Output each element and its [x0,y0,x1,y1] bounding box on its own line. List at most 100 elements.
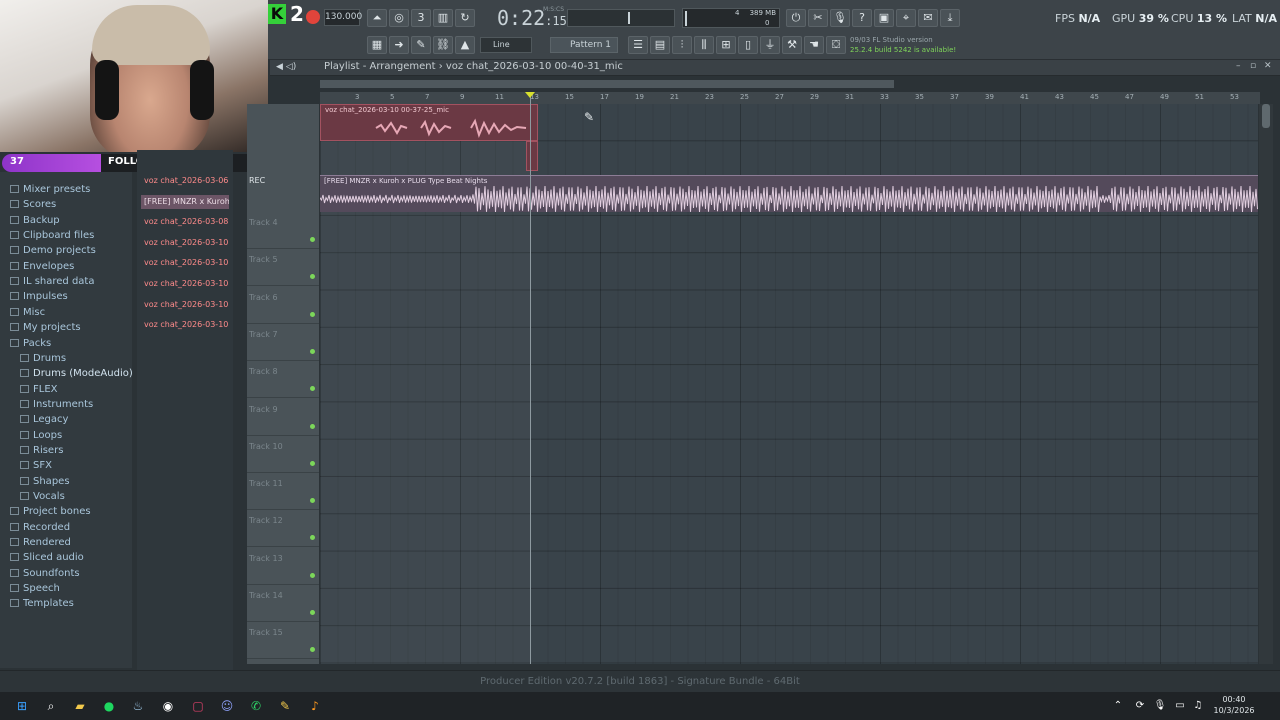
clip-list-item[interactable]: voz chat_2026-03-10 00... [141,236,229,250]
store-icon[interactable]: ⛋ [826,36,846,54]
tray-network-icon[interactable]: ▭ [1170,696,1190,716]
playhead[interactable] [530,92,531,664]
browser-item[interactable]: Mixer presets [10,184,90,195]
track-header[interactable]: Track 5 [247,249,319,287]
track-header[interactable]: Track 15 [247,622,319,660]
beat-audio-clip[interactable]: [FREE] MNZR x Kuroh x PLUG Type Beat Nig… [320,175,1258,213]
clip-list-item[interactable]: voz chat_2026-03-10 00... [141,298,229,312]
browser-item[interactable]: Instruments [20,399,93,410]
track-header[interactable]: Track 11 [247,473,319,511]
download-icon[interactable]: ⤓ [940,9,960,27]
track-enable-led[interactable] [310,572,315,578]
browser-item[interactable]: Loops [20,430,62,441]
track-header[interactable]: Track 13 [247,548,319,585]
power-icon[interactable]: ⏻ [786,9,806,27]
browser-item[interactable]: Scores [10,199,56,210]
track-enable-led[interactable] [310,274,315,280]
clip-list-item[interactable]: voz chat_2026-03-10 00... [141,277,229,291]
tray-sync-icon[interactable]: ⟳ [1130,696,1150,716]
fl-studio-icon[interactable]: ♪ [305,696,325,716]
browser-item[interactable]: Legacy [20,414,68,425]
track-enable-led[interactable] [310,610,315,615]
app-icon[interactable]: ▢ [188,696,208,716]
plugin-icon[interactable]: ⌖ [896,9,916,27]
browser-item[interactable]: Soundfonts [10,568,80,579]
track-header[interactable]: Track 8 [247,361,319,399]
browser-item[interactable]: Envelopes [10,261,74,272]
browser-item[interactable]: Packs [10,338,51,349]
routing-icon[interactable]: ⊞ [716,36,736,54]
browser-item[interactable]: Impulses [10,291,68,302]
browser-item[interactable]: Risers [20,445,63,456]
track-enable-led[interactable] [310,423,315,429]
track-header[interactable]: Track 14 [247,585,319,622]
mixer-icon[interactable]: ⫶ [672,36,692,54]
clip-list-item[interactable]: voz chat_2026-03-10 00... [141,256,229,270]
track-header[interactable]: Track 10 [247,436,319,473]
timeline-ruler[interactable]: 3 5 7 9 11 13 15 17 19 21 23 25 27 29 31 33 35 37 39 41 43 45… [320,92,1260,104]
update-hint[interactable]: 09/03 FL Studio version 25.2.4 build 524… [850,35,960,55]
pattern-select[interactable]: Pattern 1 [550,37,618,53]
clip-list-item[interactable]: voz chat_2026-03-08 18... [141,215,229,229]
help-icon[interactable]: ? [852,9,872,27]
metronome-icon[interactable]: ⏶ [367,9,387,27]
playlist-scroll-overview[interactable] [320,80,894,88]
track-header[interactable]: Track 7 [247,324,319,361]
plugin-picker-icon[interactable]: ⏚ [760,36,780,54]
browser-item[interactable]: Templates [10,598,74,609]
channel-rack-icon[interactable]: ▤ [650,36,670,54]
touch-icon[interactable]: ☚ [804,36,824,54]
track-enable-led[interactable] [310,237,315,242]
browser-item[interactable]: My projects [10,322,81,333]
windows-start-icon[interactable]: ⊞ [12,696,32,716]
tempo-display[interactable]: 130.000 [324,9,362,26]
browser-item[interactable]: Drums [20,353,66,364]
track-enable-led[interactable] [310,460,315,466]
track-enable-led[interactable] [310,535,315,541]
cut-icon[interactable]: ✂ [808,9,828,27]
browser-item[interactable]: Speech [10,583,60,594]
sliders-icon[interactable]: ⫼ [694,36,714,54]
loop-record-icon[interactable]: ↻ [455,9,475,27]
track-enable-led[interactable] [310,348,315,354]
track-header[interactable]: Track 9 [247,399,319,436]
minimize-icon[interactable]: – [1236,61,1241,71]
clip-list-item[interactable]: voz chat_2026-03-06 23... [141,174,229,188]
clip-list-item[interactable]: voz chat_2026-03-10 00... [141,318,229,332]
voice-clip-marker[interactable] [526,141,538,171]
taskbar-clock[interactable]: 00:40 10/3/2026 [1206,694,1262,716]
whatsapp-icon[interactable]: ✆ [246,696,266,716]
browser-item[interactable]: Clipboard files [10,230,94,241]
browser-item[interactable]: SFX [20,460,52,471]
browser-item[interactable]: Backup [10,215,60,226]
browser-item[interactable]: Misc [10,307,45,318]
pencil-icon[interactable]: ✎ [411,36,431,54]
vertical-scrollbar[interactable] [1259,104,1273,664]
piano-roll-icon[interactable]: ▦ [367,36,387,54]
snap-select[interactable]: Line [480,37,532,53]
track-header[interactable]: Track 4 [247,212,319,249]
spotify-icon[interactable]: ● [99,696,119,716]
tray-chevron-icon[interactable]: ⌃ [1108,696,1128,716]
track-enable-led[interactable] [310,311,315,317]
browser-item[interactable]: Project bones [10,506,91,517]
track-header[interactable]: Track 12 [247,510,319,548]
link-icon[interactable]: ⛓ [433,36,453,54]
file-explorer-icon[interactable]: ▰ [70,696,90,716]
browser-icon[interactable]: ▯ [738,36,758,54]
wait-for-input-icon[interactable]: ◎ [389,9,409,27]
playhead-marker-icon[interactable] [525,92,535,98]
voice-audio-clip[interactable]: voz chat_2026-03-10 00-37-25_mic [320,104,538,141]
discord-icon[interactable]: ☺ [217,696,237,716]
tray-volume-icon[interactable]: ♫ [1188,696,1208,716]
maximize-icon[interactable]: ▫ [1250,61,1256,71]
browser-item[interactable]: Vocals [20,491,65,502]
stamp-icon[interactable]: ▲ [455,36,475,54]
notes-icon[interactable]: ✎ [275,696,295,716]
track-enable-led[interactable] [310,647,315,653]
save-icon[interactable]: ▣ [874,9,894,27]
chat-icon[interactable]: ✉ [918,9,938,27]
track-enable-led[interactable] [310,386,315,392]
track-header[interactable]: Track 6 [247,287,319,324]
browser-item[interactable]: FLEX [20,384,58,395]
